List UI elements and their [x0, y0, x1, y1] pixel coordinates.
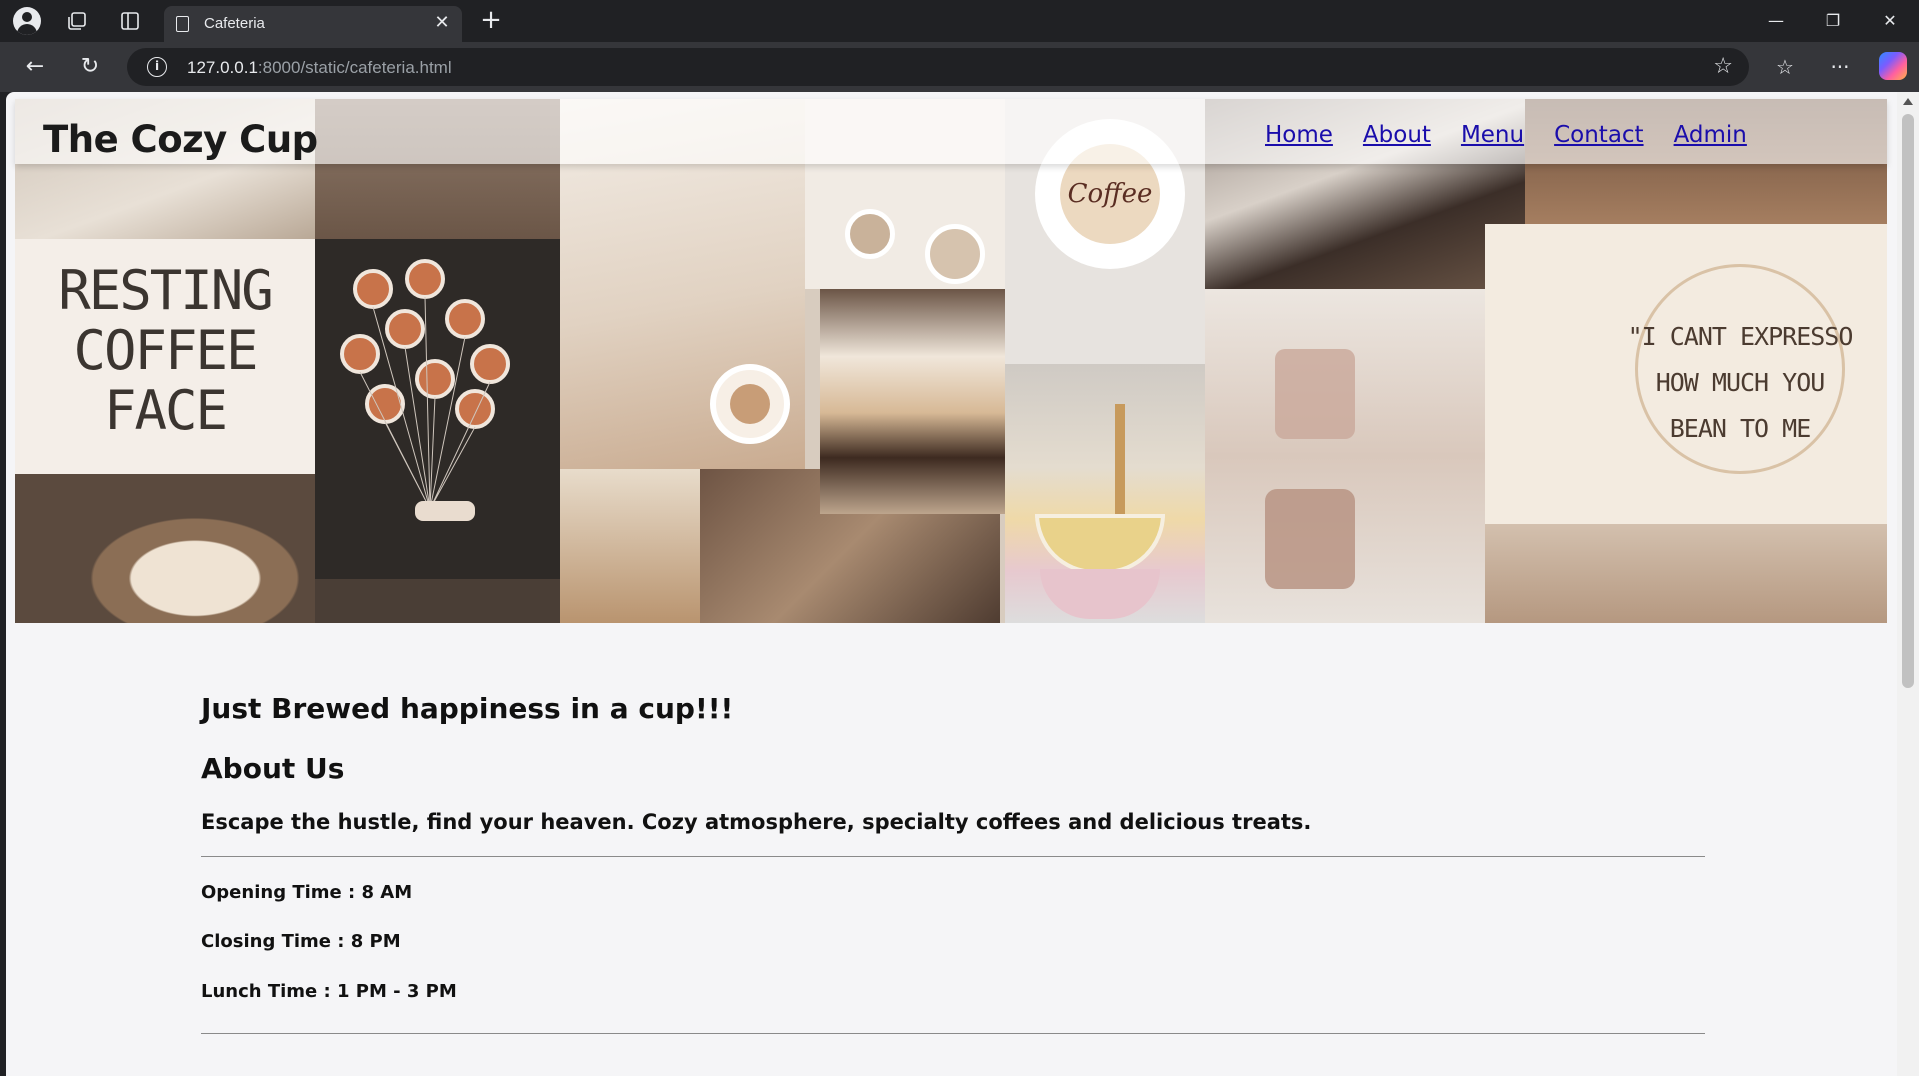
- browser-tab-bar: Cafeteria ✕ + — ❐ ✕: [0, 0, 1919, 42]
- site-info-icon[interactable]: i: [147, 57, 167, 77]
- resting-line-3: FACE: [103, 379, 228, 442]
- copilot-icon[interactable]: [1879, 52, 1907, 80]
- cups-balloon-photo: [315, 239, 560, 579]
- dessert-drink-photo: [820, 289, 1005, 514]
- iced-drinks-photo: [1205, 289, 1485, 623]
- site-header: The Cozy Cup Home About Menu Contact Adm…: [15, 99, 1887, 164]
- nav-about[interactable]: About: [1363, 122, 1431, 148]
- nav-home[interactable]: Home: [1265, 122, 1333, 148]
- workspaces-icon[interactable]: [63, 7, 91, 35]
- profile-icon[interactable]: [13, 7, 41, 35]
- favorite-star-icon[interactable]: ☆: [1713, 54, 1733, 79]
- main-nav: Home About Menu Contact Admin: [1265, 122, 1777, 148]
- page-scrollbar[interactable]: [1897, 92, 1919, 1076]
- close-tab-icon[interactable]: ✕: [432, 13, 452, 33]
- page-viewport: RESTING COFFEE FACE Coffee "I CANT EXPRE…: [6, 92, 1906, 1076]
- closing-time: Closing Time : 8 PM: [201, 931, 401, 952]
- site-brand[interactable]: The Cozy Cup: [43, 118, 318, 161]
- tagline: Just Brewed happiness in a cup!!!: [201, 692, 734, 725]
- nav-admin[interactable]: Admin: [1674, 122, 1747, 148]
- page-icon: [176, 16, 189, 32]
- stacked-cups-photo: [1005, 364, 1205, 623]
- url-text[interactable]: 127.0.0.1:8000/static/cafeteria.html: [187, 58, 452, 78]
- about-text: Escape the hustle, find your heaven. Coz…: [201, 810, 1312, 834]
- dark-photo: [315, 579, 560, 623]
- divider: [201, 1033, 1705, 1034]
- bottom-right-photo: [1485, 524, 1887, 623]
- opening-time: Opening Time : 8 AM: [201, 882, 413, 903]
- expresso-quote-card: "I CANT EXPRESSO HOW MUCH YOU BEAN TO ME: [1485, 224, 1887, 524]
- iced-coffee-photo: [560, 469, 700, 623]
- tab-cafeteria[interactable]: Cafeteria ✕: [164, 6, 462, 42]
- address-bar[interactable]: i 127.0.0.1:8000/static/cafeteria.html ☆: [127, 48, 1749, 86]
- minimize-button[interactable]: —: [1756, 8, 1796, 34]
- tab-title: Cafeteria: [204, 15, 265, 32]
- more-menu-icon[interactable]: ···: [1825, 52, 1855, 82]
- new-tab-button[interactable]: +: [478, 6, 504, 34]
- expresso-line-1: "I CANT EXPRESSO: [1627, 322, 1854, 351]
- close-window-button[interactable]: ✕: [1870, 8, 1910, 34]
- divider: [201, 856, 1705, 857]
- scroll-up-arrow[interactable]: [1903, 98, 1913, 105]
- coffee-cup-text: Coffee: [1067, 179, 1153, 209]
- lunch-time: Lunch Time : 1 PM - 3 PM: [201, 981, 457, 1002]
- resting-line-1: RESTING: [58, 259, 274, 322]
- latte-photo: [15, 474, 315, 623]
- expresso-line-2: HOW MUCH YOU: [1655, 368, 1826, 397]
- nav-contact[interactable]: Contact: [1554, 122, 1643, 148]
- favorites-icon[interactable]: ☆: [1770, 52, 1800, 82]
- expresso-line-3: BEAN TO ME: [1669, 414, 1812, 443]
- resting-line-2: COFFEE: [73, 319, 258, 382]
- resting-coffee-face-card: RESTING COFFEE FACE: [15, 239, 315, 474]
- hero-collage: RESTING COFFEE FACE Coffee "I CANT EXPRE…: [15, 99, 1887, 623]
- vertical-tabs-icon[interactable]: [116, 7, 144, 35]
- reload-button[interactable]: ↻: [75, 52, 105, 82]
- browser-toolbar: ← ↻ i 127.0.0.1:8000/static/cafeteria.ht…: [0, 42, 1919, 92]
- back-button[interactable]: ←: [20, 52, 50, 82]
- nav-menu[interactable]: Menu: [1461, 122, 1524, 148]
- restore-button[interactable]: ❐: [1813, 8, 1853, 34]
- scrollbar-thumb[interactable]: [1902, 114, 1914, 688]
- about-heading: About Us: [201, 752, 345, 785]
